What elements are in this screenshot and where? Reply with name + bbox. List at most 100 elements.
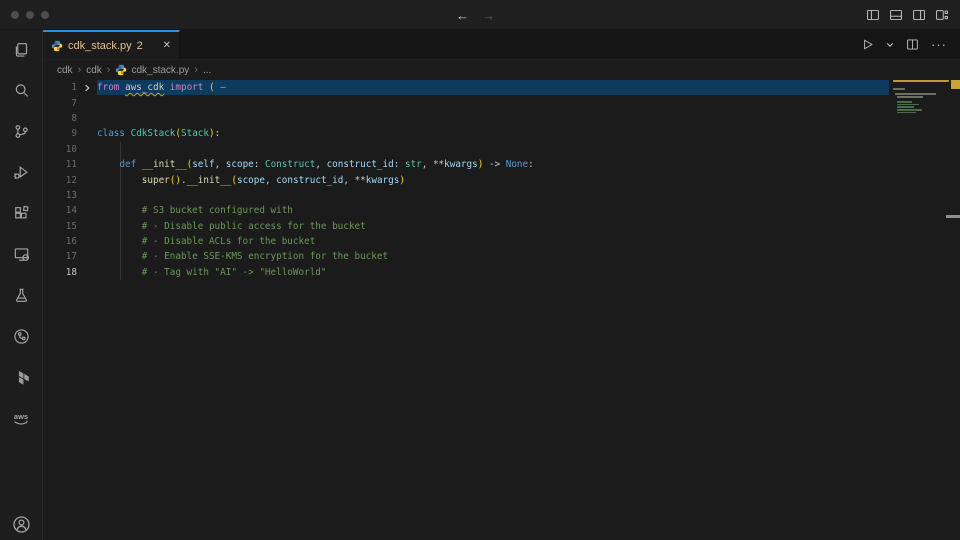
code-editor[interactable]: 1 from aws_cdk import ( – 7 8 9 class CdkStac…	[43, 80, 960, 540]
activity-item-terraform-icon[interactable]	[9, 365, 33, 389]
code-lines: 1 from aws_cdk import ( – 7 8 9 class CdkStac…	[43, 80, 960, 280]
line-number: 11	[43, 159, 77, 170]
code-line-9: 9 class CdkStack(Stack):	[43, 126, 960, 141]
more-actions-icon[interactable]: ···	[931, 38, 947, 51]
activity-item-run-and-debug-icon[interactable]	[9, 160, 33, 184]
activity-item-source-control-icon[interactable]	[9, 119, 33, 143]
code-text: super().__init__(scope, construct_id, **…	[97, 175, 405, 186]
activity-item-git-graph-icon[interactable]	[9, 324, 33, 348]
split-editor-icon[interactable]	[906, 38, 919, 51]
editor-group: cdk_stack.py 2 ✕ ··· cdk › cdk › cdk_stack.p…	[43, 30, 960, 540]
activity-item-remote-explorer-icon[interactable]	[9, 242, 33, 266]
nav-forward-icon[interactable]: →	[482, 8, 495, 23]
activity-item-explorer-icon[interactable]	[9, 37, 33, 61]
line-number: 12	[43, 175, 77, 186]
window-control-dot[interactable]	[41, 11, 49, 19]
code-text: # - Tag with "AI" -> "HelloWorld"	[97, 267, 327, 278]
code-line-15: 15 # - Disable public access for the buc…	[43, 219, 960, 234]
history-navigation: ← →	[456, 0, 495, 30]
editor-actions: ···	[861, 30, 960, 59]
overview-ruler	[949, 80, 960, 540]
code-line-14: 14 # S3 bucket configured with	[43, 203, 960, 218]
window-control-dot[interactable]	[11, 11, 19, 19]
code-line-10: 10	[43, 142, 960, 157]
line-number: 8	[43, 113, 77, 124]
activity-item-extensions-icon[interactable]	[9, 201, 33, 225]
ruler-mark	[946, 215, 960, 218]
remote-explorer-icon	[13, 246, 30, 263]
window-controls	[0, 11, 49, 19]
tab-title: cdk_stack.py	[68, 40, 132, 52]
run-and-debug-icon	[13, 164, 30, 181]
line-number: 7	[43, 98, 77, 109]
breadcrumb-segment[interactable]: cdk	[57, 65, 73, 76]
line-number: 16	[43, 236, 77, 247]
git-graph-icon	[13, 328, 30, 345]
titlebar: ← →	[0, 0, 960, 30]
breadcrumb-segment[interactable]: cdk_stack.py	[115, 64, 189, 76]
line-number: 17	[43, 251, 77, 262]
code-line-8: 8	[43, 111, 960, 126]
extensions-icon	[13, 205, 30, 222]
activity-item-search-icon[interactable]	[9, 78, 33, 102]
activity-item-testing-flask-icon[interactable]	[9, 283, 33, 307]
breadcrumb-separator: ›	[107, 64, 111, 76]
breadcrumb-segment[interactable]: ...	[203, 65, 211, 76]
workbench: aws cdk_stack.py 2 ✕ ··· cdk›cdk›cdk_sta…	[0, 30, 960, 540]
code-line-11: 11 def __init__(self, scope: Construct, …	[43, 157, 960, 172]
line-number: 15	[43, 221, 77, 232]
code-text: # - Disable ACLs for the bucket	[97, 236, 315, 247]
code-line-18: 18 # - Tag with "AI" -> "HelloWorld"	[43, 265, 960, 280]
code-text: from aws_cdk import ( –	[97, 82, 226, 93]
aws-toolkit-icon: aws	[10, 410, 32, 427]
line-number: 9	[43, 128, 77, 139]
code-text: # - Disable public access for the bucket	[97, 221, 366, 232]
breadcrumb: cdk › cdk › cdk_stack.py ›...	[43, 60, 960, 80]
tab-bar: cdk_stack.py 2 ✕ ···	[43, 30, 960, 60]
accounts-icon	[12, 515, 31, 534]
activity-item-aws-toolkit-icon[interactable]: aws	[9, 406, 33, 430]
line-number: 18	[43, 267, 77, 278]
code-line-7: 7	[43, 95, 960, 110]
python-icon	[115, 64, 127, 76]
ruler-mark	[951, 80, 960, 89]
code-line-13: 13	[43, 188, 960, 203]
code-line-12: 12 super().__init__(scope, construct_id,…	[43, 172, 960, 187]
run-file-icon[interactable]	[861, 38, 874, 51]
explorer-icon	[13, 41, 30, 58]
activity-item-accounts-icon[interactable]	[9, 512, 33, 536]
python-icon	[51, 40, 63, 52]
code-line-16: 16 # - Disable ACLs for the bucket	[43, 234, 960, 249]
code-text: def __init__(self, scope: Construct, con…	[97, 159, 534, 170]
line-number: 10	[43, 144, 77, 155]
breadcrumb-segment[interactable]: cdk	[86, 65, 102, 76]
toggle-panel-icon[interactable]	[889, 8, 903, 22]
breadcrumb-separator: ›	[78, 64, 82, 76]
line-number: 1	[43, 82, 77, 93]
breadcrumb-separator: ›	[194, 64, 198, 76]
window-control-dot[interactable]	[26, 11, 34, 19]
code-text: # S3 bucket configured with	[97, 205, 293, 216]
search-icon	[13, 82, 30, 99]
line-number: 13	[43, 190, 77, 201]
toggle-secondary-sidebar-icon[interactable]	[912, 8, 926, 22]
code-text: class CdkStack(Stack):	[97, 128, 220, 139]
layout-controls	[866, 8, 960, 22]
code-line-1: 1 from aws_cdk import ( –	[43, 80, 960, 95]
toggle-primary-sidebar-icon[interactable]	[866, 8, 880, 22]
line-number: 14	[43, 205, 77, 216]
minimap-line	[893, 111, 949, 114]
testing-flask-icon	[13, 287, 30, 304]
code-text: # - Enable SSE-KMS encryption for the bu…	[97, 251, 388, 262]
activity-bar: aws	[0, 30, 43, 540]
tab-close-icon[interactable]: ✕	[163, 41, 171, 51]
svg-text:aws: aws	[14, 412, 28, 421]
tab-cdk-stack[interactable]: cdk_stack.py 2 ✕	[43, 30, 180, 59]
nav-back-icon[interactable]: ←	[456, 8, 469, 23]
run-dropdown-chevron-icon[interactable]	[886, 41, 894, 49]
fold-chevron-icon[interactable]	[77, 84, 97, 92]
source-control-icon	[13, 123, 30, 140]
minimap[interactable]	[893, 80, 949, 114]
terraform-icon	[13, 369, 30, 386]
customize-layout-icon[interactable]	[935, 8, 949, 22]
